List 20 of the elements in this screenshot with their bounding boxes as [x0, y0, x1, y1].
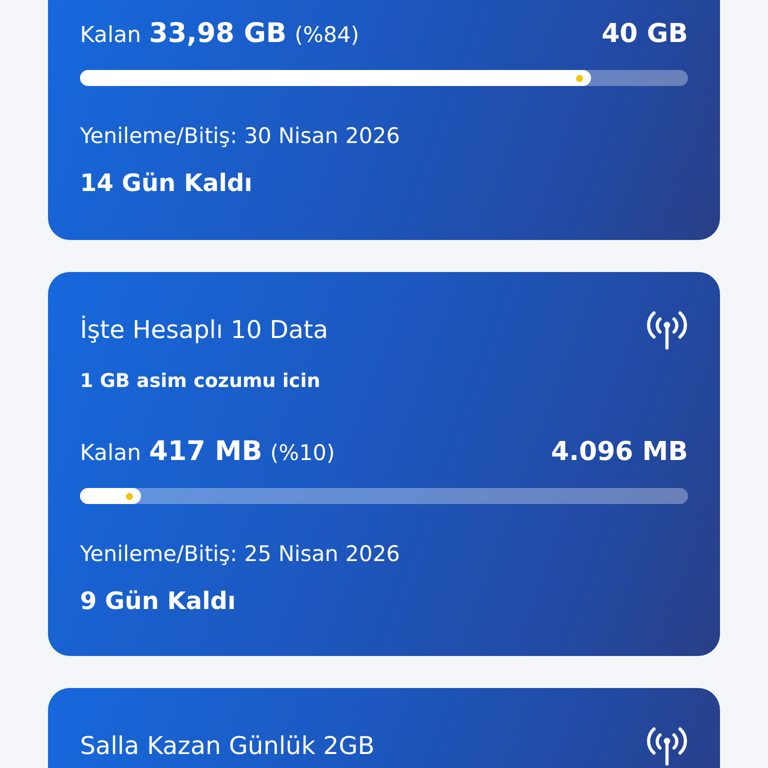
remaining-label: Kalan: [80, 441, 142, 466]
package-card[interactable]: Kalan 33,98 GB (%84) 40 GB Yenileme/Bitiş: 30 Nisan 2026 14 Gün Kaldı: [48, 0, 720, 240]
days-left: 14 Gün Kaldı: [80, 168, 252, 198]
remaining-label: Kalan: [80, 23, 142, 48]
antenna-icon: [646, 310, 688, 350]
package-card[interactable]: İşte Hesaplı 10 Data 1 GB asim cozumu icin Kalan 417 MB (%10) 4.096 MB Yenileme/Bitiş: 25 Nisan 2026 9 Gün Kaldı: [48, 272, 720, 656]
days-left: 9 Gün Kaldı: [80, 586, 236, 616]
remaining-amount: 33,98 GB: [149, 18, 287, 49]
package-card[interactable]: Salla Kazan Günlük 2GB: [48, 688, 720, 768]
package-title: İşte Hesaplı 10 Data: [80, 315, 328, 345]
total-amount: 40 GB: [602, 19, 688, 49]
package-subtitle: 1 GB asim cozumu icin: [80, 369, 320, 393]
antenna-icon: [646, 726, 688, 766]
remaining-amount: 417 MB: [149, 436, 262, 467]
package-title: Salla Kazan Günlük 2GB: [80, 731, 375, 761]
total-amount: 4.096 MB: [551, 437, 688, 467]
renewal-date: Yenileme/Bitiş: 25 Nisan 2026: [80, 541, 400, 569]
remaining-percent: (%84): [294, 23, 360, 48]
renewal-date: Yenileme/Bitiş: 30 Nisan 2026: [80, 123, 400, 151]
remaining-percent: (%10): [270, 441, 335, 466]
